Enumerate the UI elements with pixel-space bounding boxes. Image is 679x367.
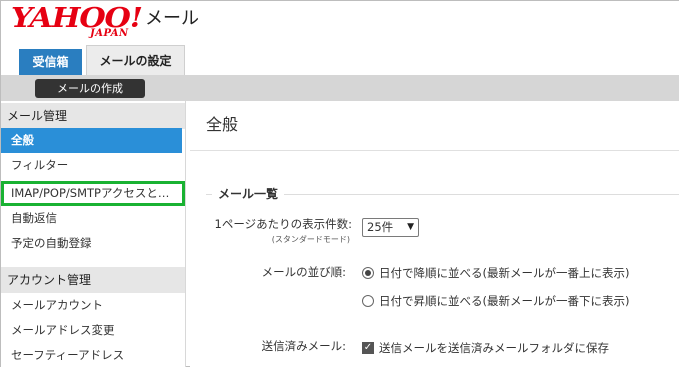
per-page-label: 1ページあたりの表示件数: [214, 217, 352, 231]
sort-order-label: メールの並び順: [261, 265, 346, 279]
sort-desc-label[interactable]: 日付で降順に並べる(最新メールが一番上に表示) [379, 265, 629, 281]
sent-mail-label: 送信済みメール: [261, 339, 346, 353]
page-title-bar: 全般 [190, 101, 679, 151]
sidebar: メール管理 全般 フィルター IMAP/POP/SMTPアクセスと… 自動返信 … [1, 101, 186, 367]
sidebar-item-mail-account[interactable]: メールアカウント [1, 293, 185, 318]
sort-asc-radio[interactable] [362, 295, 374, 307]
save-sent-label[interactable]: 送信メールを送信済みメールフォルダに保存 [379, 340, 609, 356]
sidebar-heading-mail-management: メール管理 [1, 103, 185, 129]
sidebar-item-general[interactable]: 全般 [1, 128, 182, 153]
app-title: メール [145, 8, 199, 29]
sidebar-item-imap-pop-smtp[interactable]: IMAP/POP/SMTPアクセスと… [1, 181, 185, 206]
save-sent-checkbox[interactable]: ✓ [362, 342, 374, 354]
sidebar-heading-account-management: アカウント管理 [1, 267, 185, 293]
tab-inbox[interactable]: 受信箱 [19, 49, 82, 75]
per-page-sublabel: (スタンダードモード) [271, 235, 350, 244]
header: YAHOO! JAPAN メール 受信箱 メールの設定 [1, 1, 679, 75]
sidebar-item-change-address[interactable]: メールアドレス変更 [1, 318, 185, 343]
per-page-select[interactable]: 25件 ▼ [362, 218, 419, 237]
yahoo-japan-logo[interactable]: YAHOO! JAPAN [11, 3, 143, 41]
main-content: 全般 メール一覧 1ページあたりの表示件数: (スタンダードモード) 25件 ▼… [190, 101, 679, 367]
sidebar-item-filter[interactable]: フィルター [1, 153, 185, 178]
sidebar-item-auto-schedule[interactable]: 予定の自動登録 [1, 231, 185, 256]
compose-button[interactable]: メールの作成 [35, 79, 145, 98]
sort-desc-radio[interactable] [362, 267, 374, 279]
per-page-select-value: 25件 [367, 220, 394, 234]
logo-sub-text: JAPAN [90, 28, 129, 39]
tab-mail-settings[interactable]: メールの設定 [86, 45, 185, 75]
section-title-mail-list: メール一覧 [212, 186, 285, 202]
sidebar-item-safety-address[interactable]: セーフティーアドレス [1, 343, 185, 367]
sort-asc-label[interactable]: 日付で昇順に並べる(最新メールが一番下に表示) [379, 293, 629, 309]
sidebar-item-auto-reply[interactable]: 自動返信 [1, 206, 185, 231]
page-title: 全般 [206, 115, 239, 134]
chevron-down-icon: ▼ [407, 222, 414, 232]
